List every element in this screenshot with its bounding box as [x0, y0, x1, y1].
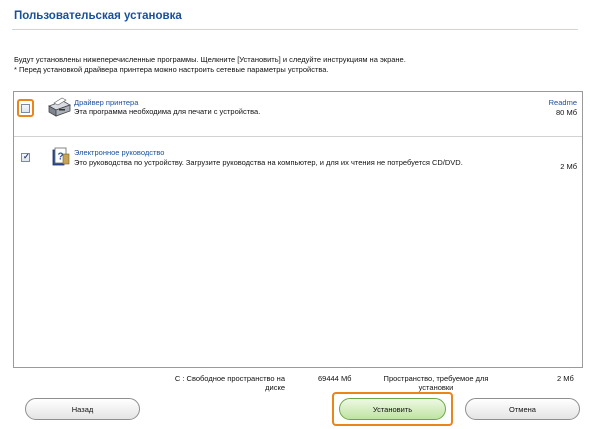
free-space-label-line2: диске [265, 383, 285, 392]
checkmark-icon: ✓ [23, 152, 30, 161]
back-button[interactable]: Назад [25, 398, 140, 420]
printer-driver-size: 80 Мб [556, 108, 577, 117]
free-space-value: 69444 Мб [318, 374, 352, 383]
required-space-label-line2: установки [418, 383, 454, 392]
printer-driver-name: Драйвер принтера [74, 98, 139, 107]
title-divider [12, 29, 578, 30]
svg-text:?: ? [57, 152, 63, 163]
manual-help-icon: ? [52, 147, 70, 166]
e-manual-description: Это руководства по устройству. Загрузите… [74, 158, 463, 167]
required-space-value: 2 Мб [557, 374, 574, 383]
install-button[interactable]: Установить [339, 398, 446, 420]
readme-link[interactable]: Readme [549, 98, 577, 107]
cancel-button[interactable]: Отмена [465, 398, 580, 420]
page-title: Пользовательская установка [14, 10, 182, 22]
e-manual-size: 2 Мб [560, 162, 577, 171]
list-item-printer-driver: Драйвер принтера Эта программа необходим… [14, 92, 582, 137]
printer-driver-description: Эта программа необходима для печати с ус… [74, 107, 261, 116]
e-manual-name: Электронное руководство [74, 148, 165, 157]
required-space-label: Пространство, требуемое для установки [382, 374, 490, 392]
custom-installation-window: Пользовательская установка Будут установ… [0, 0, 590, 429]
printer-driver-checkbox[interactable] [21, 104, 30, 113]
printer-driver-icon [48, 97, 71, 117]
intro-line-2: * Перед установкой драйвера принтера мож… [14, 64, 329, 74]
e-manual-checkbox[interactable]: ✓ [21, 152, 30, 162]
list-item-e-manual: ✓ ? Электронное руководство Это руководс… [14, 139, 582, 185]
required-space-label-line1: Пространство, требуемое для [383, 374, 489, 383]
program-list-panel: Драйвер принтера Эта программа необходим… [13, 91, 583, 368]
intro-line-1: Будут установлены нижеперечисленные прог… [14, 55, 406, 64]
free-space-label: C : Свободное пространство на диске [149, 374, 285, 392]
intro-text: Будут установлены нижеперечисленные прог… [14, 55, 574, 74]
free-space-label-line1: C : Свободное пространство на [174, 374, 285, 383]
